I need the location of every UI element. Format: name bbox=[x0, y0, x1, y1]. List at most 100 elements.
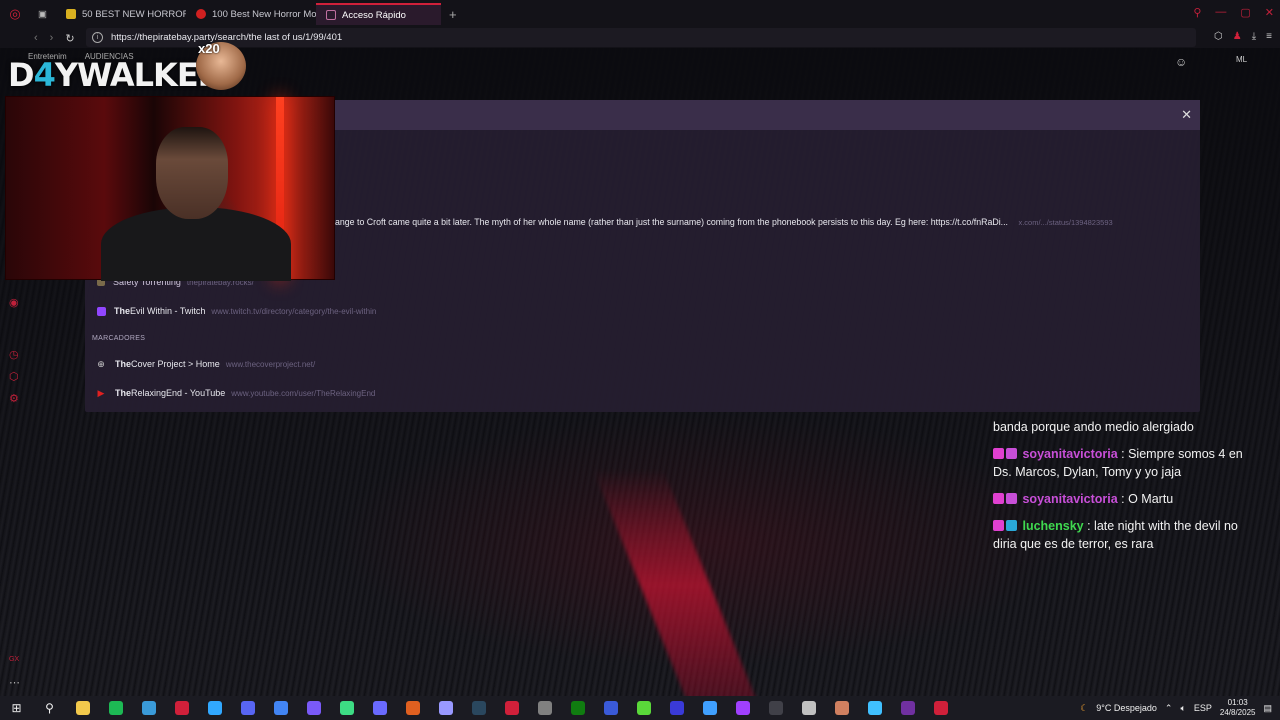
volume-icon[interactable]: 🔈︎ bbox=[1180, 703, 1185, 714]
tab-100-best-horror[interactable]: 100 Best New Horror Mov bbox=[186, 3, 316, 25]
stream-chat: banda porque ando medio alergiado soyani… bbox=[993, 418, 1263, 562]
bookmark-row-relaxing-end[interactable]: ▶ The RelaxingEnd - YouTube www.youtube.… bbox=[85, 383, 1200, 403]
row-title: Cover Project > Home bbox=[131, 359, 220, 369]
taskbar-app-icon[interactable] bbox=[99, 696, 132, 720]
taskbar-app-icon[interactable] bbox=[693, 696, 726, 720]
start-button[interactable]: ⊞ bbox=[0, 696, 33, 720]
menu-icon[interactable]: ≡ bbox=[1266, 31, 1272, 42]
tab-favicon-icon bbox=[196, 9, 206, 19]
language-indicator[interactable]: ESP bbox=[1194, 703, 1212, 713]
notifications-icon[interactable]: ▤ bbox=[1263, 703, 1272, 714]
brand-part-2: 4 bbox=[33, 56, 56, 94]
window-controls: ⚲ — ▢ ✕ bbox=[1193, 6, 1274, 19]
new-tab-button[interactable]: + bbox=[441, 7, 465, 22]
search-icon[interactable]: ⚲ bbox=[33, 696, 66, 720]
chat-username: soyanitavictoria bbox=[1022, 447, 1118, 461]
taskbar-app-icon[interactable] bbox=[726, 696, 759, 720]
taskbar-app-icon[interactable] bbox=[561, 696, 594, 720]
row-title: RelaxingEnd - YouTube bbox=[131, 388, 226, 398]
forward-icon[interactable]: › bbox=[50, 32, 54, 45]
taskbar-app-icon[interactable] bbox=[528, 696, 561, 720]
tab-workspaces[interactable]: ▣ bbox=[30, 3, 56, 25]
tab-acceso-rapido[interactable]: Acceso Rápido bbox=[316, 3, 441, 25]
app-glyph-icon bbox=[174, 701, 189, 715]
streamer-brand-logo: D4YWALKER bbox=[8, 56, 222, 94]
taskbar-apps bbox=[66, 696, 957, 720]
taskbar-app-icon[interactable] bbox=[858, 696, 891, 720]
search-result-snippet[interactable]: ange to Croft came quite a bit later. Th… bbox=[335, 217, 1113, 227]
app-glyph-icon bbox=[834, 701, 849, 715]
app-glyph-icon bbox=[471, 701, 486, 715]
browser-tab-strip: ◎ ▣ 50 BEST NEW HORROR M 100 Best New Ho… bbox=[0, 0, 1280, 28]
taskbar-app-icon[interactable] bbox=[759, 696, 792, 720]
row-url: www.youtube.com/user/TheRelaxingEnd bbox=[231, 388, 376, 398]
player-icon[interactable]: ◉ bbox=[9, 296, 19, 309]
streamer-face bbox=[156, 127, 228, 219]
taskbar-app-icon[interactable] bbox=[495, 696, 528, 720]
taskbar-app-icon[interactable] bbox=[231, 696, 264, 720]
app-glyph-icon bbox=[735, 701, 750, 715]
section-marcadores: MARCADORES bbox=[92, 335, 146, 342]
taskbar-app-icon[interactable] bbox=[132, 696, 165, 720]
more-icon[interactable]: ⋯ bbox=[9, 676, 20, 689]
tray-chevron-icon[interactable]: ⌃ bbox=[1165, 703, 1173, 714]
extensions-sidebar-icon[interactable]: ⬡ bbox=[9, 370, 19, 383]
tab-label: Acceso Rápido bbox=[342, 9, 406, 21]
taskbar-app-icon[interactable] bbox=[396, 696, 429, 720]
taskbar-app-icon[interactable] bbox=[297, 696, 330, 720]
settings-icon[interactable]: ⚙ bbox=[9, 392, 19, 405]
subscriber-badge-icon bbox=[993, 493, 1004, 504]
taskbar-app-icon[interactable] bbox=[660, 696, 693, 720]
close-window-button[interactable]: ✕ bbox=[1265, 6, 1274, 19]
history-icon[interactable]: ◷ bbox=[9, 348, 19, 361]
site-info-icon[interactable]: i bbox=[92, 32, 103, 43]
back-icon[interactable]: ‹ bbox=[34, 32, 38, 45]
download-icon[interactable]: ⤓ bbox=[1252, 31, 1256, 42]
vpn-icon[interactable]: ♟ bbox=[1233, 31, 1242, 42]
row-title-bold: The bbox=[115, 359, 132, 369]
chat-message: luchensky : late night with the devil no… bbox=[993, 517, 1263, 553]
clock[interactable]: 01:03 24/8/2025 bbox=[1220, 698, 1256, 718]
taskbar-app-icon[interactable] bbox=[198, 696, 231, 720]
row-title: Evil Within - Twitch bbox=[130, 306, 206, 316]
app-glyph-icon bbox=[141, 701, 156, 715]
app-glyph-icon bbox=[702, 701, 717, 715]
tab-50-best-horror[interactable]: 50 BEST NEW HORROR M bbox=[56, 3, 186, 25]
taskbar-app-icon[interactable] bbox=[429, 696, 462, 720]
taskbar-app-icon[interactable] bbox=[363, 696, 396, 720]
minimize-button[interactable]: — bbox=[1215, 6, 1226, 19]
extensions-icon[interactable]: ⬡ bbox=[1214, 31, 1223, 42]
taskbar-app-icon[interactable] bbox=[330, 696, 363, 720]
search-tabs-icon[interactable]: ⚲ bbox=[1193, 6, 1201, 19]
taskbar-app-icon[interactable] bbox=[594, 696, 627, 720]
app-glyph-icon bbox=[669, 701, 684, 715]
app-glyph-icon bbox=[933, 701, 948, 715]
reload-icon[interactable]: ↻ bbox=[65, 32, 74, 45]
taskbar-app-icon[interactable] bbox=[462, 696, 495, 720]
bookmark-row-cover-project[interactable]: ⊕ The Cover Project > Home www.thecoverp… bbox=[85, 354, 1200, 374]
url-field[interactable]: i bbox=[86, 28, 1196, 47]
app-glyph-icon bbox=[603, 701, 618, 715]
gx-corner-icon[interactable]: GX bbox=[9, 656, 19, 663]
app-glyph-icon bbox=[438, 701, 453, 715]
taskbar-app-icon[interactable] bbox=[924, 696, 957, 720]
taskbar-app-icon[interactable] bbox=[165, 696, 198, 720]
maximize-button[interactable]: ▢ bbox=[1240, 6, 1250, 19]
history-row-evil-within[interactable]: The Evil Within - Twitch www.twitch.tv/d… bbox=[85, 301, 1200, 321]
taskbar-app-icon[interactable] bbox=[264, 696, 297, 720]
emoji-icon[interactable]: ☺ bbox=[1175, 55, 1187, 69]
weather-text[interactable]: 9°C Despejado bbox=[1096, 703, 1157, 713]
tab-label: 50 BEST NEW HORROR M bbox=[82, 8, 186, 20]
taskbar-app-icon[interactable] bbox=[825, 696, 858, 720]
address-bar-row: ‹ › ↻ i ⬡ ♟ ⤓ ≡ bbox=[0, 28, 1280, 48]
app-glyph-icon bbox=[339, 701, 354, 715]
close-dropdown-button[interactable]: ✕ bbox=[1181, 107, 1192, 123]
weather-icon[interactable]: ☾ bbox=[1080, 703, 1088, 714]
app-glyph-icon bbox=[867, 701, 882, 715]
taskbar-app-icon[interactable] bbox=[627, 696, 660, 720]
taskbar-app-icon[interactable] bbox=[66, 696, 99, 720]
opera-gx-logo-icon[interactable]: ◎ bbox=[0, 0, 30, 28]
taskbar-app-icon[interactable] bbox=[792, 696, 825, 720]
profile-label[interactable]: ML bbox=[1236, 55, 1247, 64]
taskbar-app-icon[interactable] bbox=[891, 696, 924, 720]
